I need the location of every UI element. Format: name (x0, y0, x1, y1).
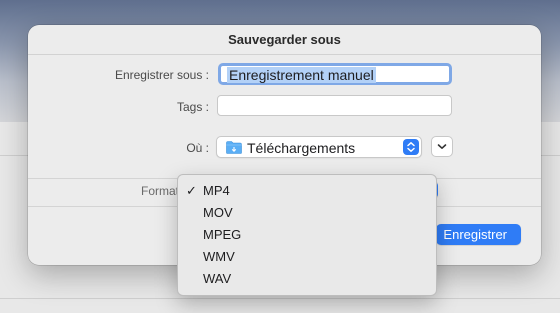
where-label: Où : (186, 141, 209, 155)
menu-item-mp4[interactable]: ✓ MP4 (178, 180, 436, 202)
format-label: Format (140, 184, 179, 198)
menu-item-label: WAV (203, 271, 232, 286)
save-button[interactable]: Enregistrer (436, 224, 521, 245)
expand-dialog-button[interactable] (431, 136, 453, 157)
menu-item-label: MPEG (203, 227, 242, 242)
save-as-field-text: Enregistrement manuel (227, 67, 376, 83)
tags-field[interactable] (217, 95, 452, 116)
menu-item-mpeg[interactable]: MPEG (178, 224, 436, 246)
location-stepper[interactable] (403, 139, 419, 155)
menu-item-mov[interactable]: MOV (178, 202, 436, 224)
menu-item-wmv[interactable]: WMV (178, 246, 436, 268)
up-down-chevron-icon (407, 142, 415, 152)
menu-item-label: MOV (203, 205, 233, 220)
menu-item-label: MP4 (203, 183, 230, 198)
format-dropdown-menu: ✓ MP4 MOV MPEG WMV WAV (177, 174, 437, 296)
location-value: Téléchargements (247, 140, 356, 156)
background-divider (0, 298, 560, 299)
location-popup[interactable]: Téléchargements (216, 136, 422, 158)
dialog-title: Sauvegarder sous (28, 25, 541, 55)
checkmark-icon: ✓ (186, 183, 197, 198)
tags-label: Tags : (176, 100, 209, 114)
chevron-down-icon (437, 144, 447, 149)
save-as-label: Enregistrer sous : (114, 68, 209, 82)
save-as-field[interactable]: Enregistrement manuel (218, 63, 452, 85)
menu-item-label: WMV (203, 249, 235, 264)
folder-icon (226, 141, 242, 154)
menu-item-wav[interactable]: WAV (178, 268, 436, 290)
